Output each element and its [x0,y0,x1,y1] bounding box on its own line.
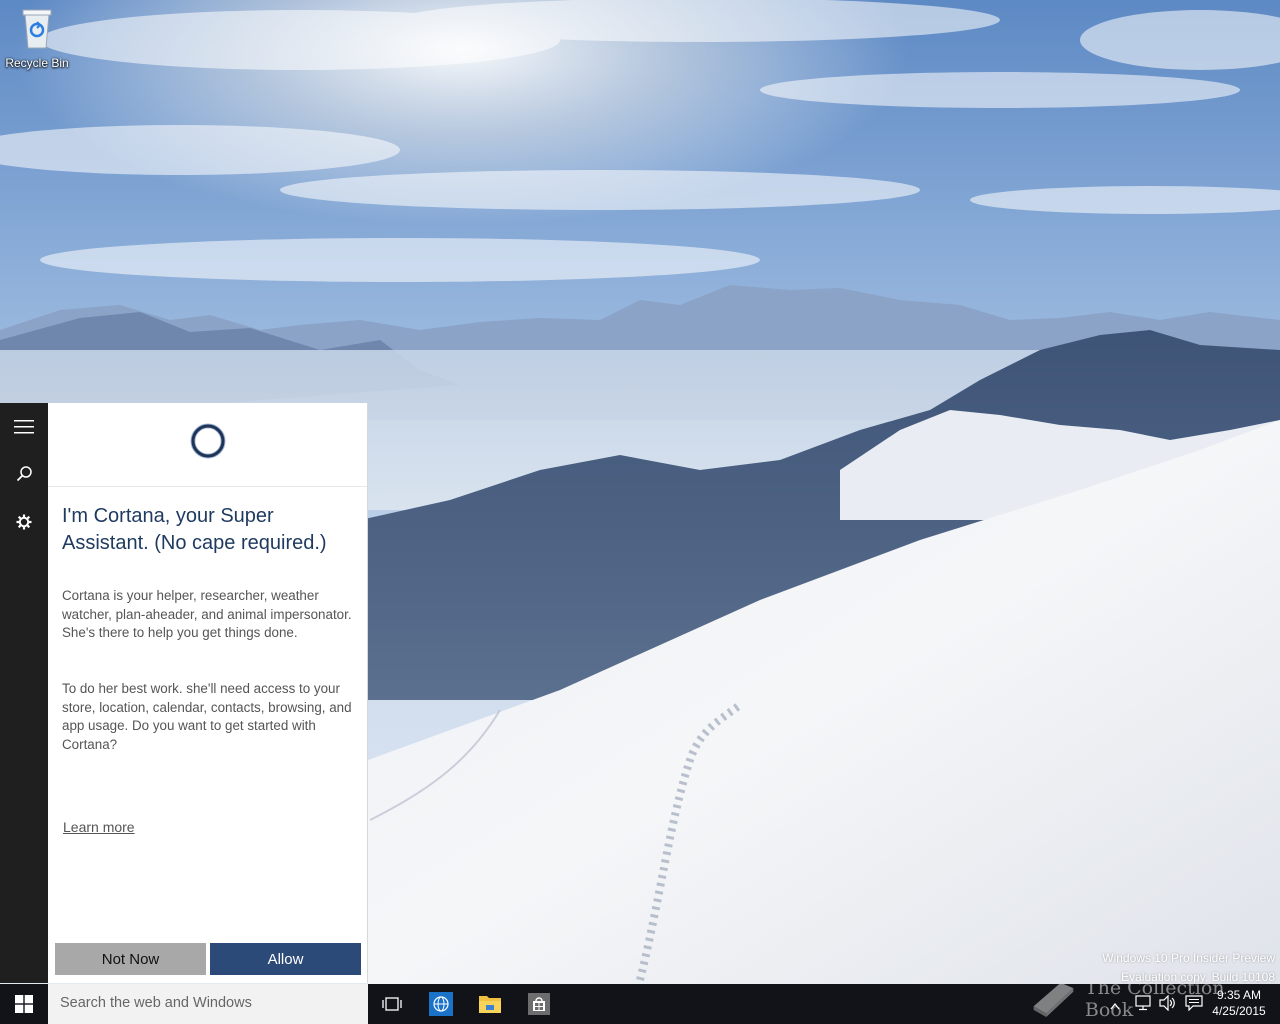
ie-icon [429,992,453,1016]
taskbar-search-box[interactable]: Search the web and Windows [48,984,368,1024]
file-explorer-icon [479,996,501,1013]
search-rail-button[interactable] [0,450,48,498]
task-view-icon [382,997,402,1011]
search-icon [16,466,32,482]
taskbar-ie-button[interactable] [417,984,465,1024]
allow-button[interactable]: Allow [210,943,361,975]
windows-start-icon [15,995,33,1013]
cortana-header [48,403,367,487]
desktop-icon-recycle-bin[interactable]: Recycle Bin [4,6,70,70]
start-button[interactable] [0,984,48,1024]
cortana-ring-icon [190,423,226,459]
settings-rail-button[interactable] [0,498,48,546]
cortana-headline: I'm Cortana, your Super Assistant. (No c… [62,505,327,554]
book-logo-icon [1033,982,1074,1018]
gear-icon [16,514,32,530]
cortana-intro-text: Cortana is your helper, researcher, weat… [62,588,352,641]
brand-text: The Collection Book [1084,977,1225,1021]
store-icon [528,993,550,1015]
task-view-button[interactable] [368,984,416,1024]
brand-watermark: The Collection Book [1030,975,1260,1023]
cortana-rail [0,403,48,983]
cortana-panel: I'm Cortana, your Super Assistant. (No c… [48,403,368,983]
hamburger-icon [14,420,34,434]
not-now-button[interactable]: Not Now [55,943,206,975]
recycle-bin-label: Recycle Bin [5,56,69,70]
learn-more-link[interactable]: Learn more [63,819,135,835]
taskbar-file-explorer-button[interactable] [466,984,514,1024]
hamburger-menu-button[interactable] [0,403,48,451]
watermark-edition: Windows 10 Pro Insider Preview [1102,951,1275,965]
cortana-permission-text: To do her best work. she'll need access … [62,681,352,753]
search-placeholder: Search the web and Windows [60,995,252,1011]
recycle-bin-icon [22,9,52,49]
taskbar-store-button[interactable] [515,984,563,1024]
